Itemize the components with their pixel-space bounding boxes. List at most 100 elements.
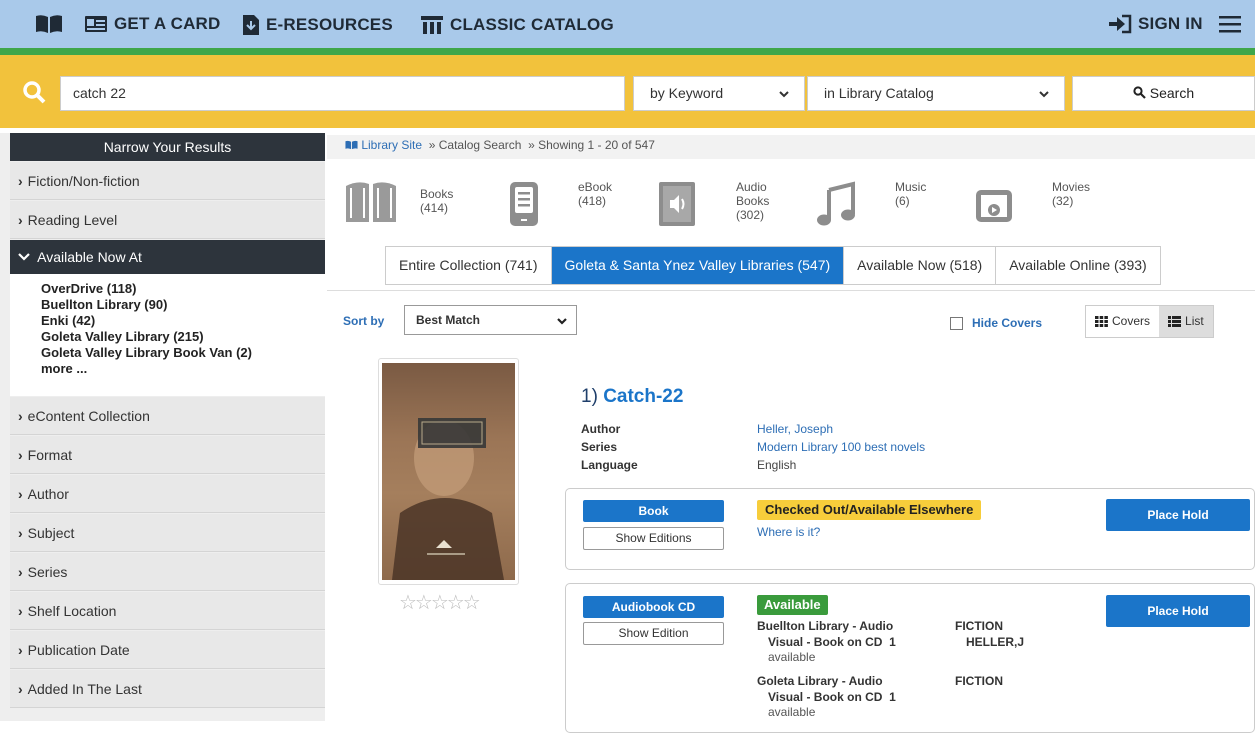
author-link[interactable]: Heller, Joseph: [757, 420, 833, 438]
tab-entire-collection[interactable]: Entire Collection (741): [386, 247, 552, 284]
facet-available-now-at[interactable]: Available Now At: [10, 240, 325, 274]
format-filter-ebook[interactable]: eBook (418): [506, 180, 612, 228]
facet-label: Added In The Last: [27, 681, 142, 697]
sort-select[interactable]: Best Match: [404, 305, 577, 335]
format-name-line2: Books: [736, 194, 770, 208]
format-filter-books[interactable]: Books (414): [344, 180, 453, 226]
result-title-link[interactable]: Catch-22: [603, 386, 683, 407]
facet-more-link[interactable]: more ...: [41, 361, 325, 377]
chevron-down-icon: [18, 253, 30, 261]
hide-covers-label: Hide Covers: [972, 316, 1043, 330]
sign-in-label: SIGN IN: [1138, 14, 1203, 33]
tab-goleta-santa-ynez[interactable]: Goleta & Santa Ynez Valley Libraries (54…: [551, 247, 845, 284]
breadcrumb: Library Site » Catalog Search » Showing …: [327, 135, 1255, 159]
status-badge: Checked Out/Available Elsewhere: [757, 500, 982, 520]
facet-option-enki[interactable]: Enki (42): [41, 313, 325, 329]
chevron-down-icon: [779, 91, 789, 98]
e-resources-link[interactable]: E-RESOURCES: [242, 14, 393, 36]
copy-call-number-2: FICTION: [955, 674, 1003, 690]
format-count: (418): [578, 194, 607, 208]
facet-label: Shelf Location: [27, 603, 117, 619]
magnifier-icon: [1133, 86, 1146, 99]
facet-label: Available Now At: [37, 249, 142, 265]
tab-available-now[interactable]: Available Now (518): [844, 247, 997, 284]
facet-option-overdrive[interactable]: OverDrive (118): [41, 281, 325, 297]
format-filter-audiobooks[interactable]: Audio Books (302): [655, 180, 769, 228]
search-type-select[interactable]: by Keyword: [633, 76, 805, 111]
hamburger-icon: [1219, 16, 1241, 33]
facet-option-book-van[interactable]: Goleta Valley Library Book Van (2): [41, 345, 325, 361]
list-view-button[interactable]: List: [1159, 306, 1213, 337]
chevron-right-icon: ›: [18, 564, 23, 580]
place-hold-button[interactable]: Place Hold: [1106, 499, 1250, 531]
copy-location-2: Goleta Library - Audio Visual - Book on …: [757, 674, 947, 721]
facet-label: eContent Collection: [27, 408, 150, 424]
format-filter-movies[interactable]: Movies (32): [972, 180, 1090, 228]
series-link[interactable]: Modern Library 100 best novels: [757, 438, 925, 456]
search-scope-select[interactable]: in Library Catalog: [807, 76, 1065, 111]
format-filter-music[interactable]: Music (6): [815, 180, 926, 228]
library-logo-button[interactable]: [35, 14, 69, 34]
facet-econtent-collection[interactable]: › eContent Collection: [10, 397, 325, 435]
main-menu-button[interactable]: [1219, 15, 1247, 33]
format-name: Audio: [736, 180, 767, 194]
book-cover-image[interactable]: [382, 363, 515, 580]
sort-by-label: Sort by: [343, 314, 385, 328]
copy-location-name: Buellton Library - Audio: [757, 619, 894, 633]
format-count: (302): [736, 208, 765, 222]
chevron-right-icon: ›: [18, 212, 23, 228]
format-book-button[interactable]: Book: [583, 500, 724, 522]
facet-fiction-nonfiction[interactable]: › Fiction/Non-fiction: [10, 162, 325, 200]
chevron-right-icon: ›: [18, 642, 23, 658]
hide-covers-toggle[interactable]: Hide Covers: [950, 316, 1042, 330]
copy-location-type: Visual - Book on CD: [768, 634, 883, 649]
tab-available-online[interactable]: Available Online (393): [996, 247, 1160, 284]
place-hold-button[interactable]: Place Hold: [1106, 595, 1250, 627]
id-card-icon: [85, 16, 107, 32]
hide-covers-checkbox[interactable]: [950, 316, 963, 330]
call-number: FICTION: [955, 619, 1003, 633]
breadcrumb-catalog-search[interactable]: » Catalog Search: [429, 138, 522, 152]
show-editions-button[interactable]: Show Editions: [583, 527, 724, 550]
facet-option-buellton[interactable]: Buellton Library (90): [41, 297, 325, 313]
covers-view-button[interactable]: Covers: [1086, 306, 1160, 337]
breadcrumb-library-site[interactable]: Library Site: [361, 138, 422, 152]
format-count: (414): [420, 201, 449, 215]
facet-shelf-location[interactable]: › Shelf Location: [10, 592, 325, 630]
facet-label: Format: [27, 447, 73, 463]
get-a-card-link[interactable]: GET A CARD: [84, 14, 221, 34]
download-file-icon: [243, 15, 259, 35]
chevron-right-icon: ›: [18, 408, 23, 424]
result-number: 1): [581, 386, 598, 407]
search-input[interactable]: catch 22: [60, 76, 625, 111]
chevron-right-icon: ›: [18, 525, 23, 541]
copy-location-1: Buellton Library - Audio Visual - Book o…: [757, 619, 947, 666]
star-rating[interactable]: ☆☆☆☆☆: [399, 590, 481, 615]
search-button[interactable]: Search: [1072, 76, 1255, 111]
facet-option-goleta[interactable]: Goleta Valley Library (215): [41, 329, 325, 345]
collection-tabs: Entire Collection (741) Goleta & Santa Y…: [385, 246, 1161, 285]
format-audiobook-cd-button[interactable]: Audiobook CD: [583, 596, 724, 618]
divider: [327, 290, 1255, 291]
get-a-card-label: GET A CARD: [114, 14, 221, 33]
sign-in-link[interactable]: SIGN IN: [1108, 14, 1203, 34]
chevron-right-icon: ›: [18, 486, 23, 502]
facet-subject[interactable]: › Subject: [10, 514, 325, 552]
facet-reading-level[interactable]: › Reading Level: [10, 201, 325, 239]
status-badge: Available: [757, 595, 828, 615]
open-book-icon: [345, 140, 358, 150]
classic-catalog-link[interactable]: CLASSIC CATALOG: [420, 14, 614, 36]
available-now-list: OverDrive (118) Buellton Library (90) En…: [10, 274, 325, 396]
format-count: (6): [895, 194, 910, 208]
series-label: Series: [581, 440, 618, 454]
facet-label: Author: [27, 486, 69, 502]
facet-author[interactable]: › Author: [10, 475, 325, 513]
facet-added-in-the-last[interactable]: › Added In The Last: [10, 670, 325, 708]
facet-format[interactable]: › Format: [10, 436, 325, 474]
where-is-it-link[interactable]: Where is it?: [757, 525, 820, 539]
facet-publication-date[interactable]: › Publication Date: [10, 631, 325, 669]
show-edition-button[interactable]: Show Edition: [583, 622, 724, 645]
search-scope-value: in Library Catalog: [824, 85, 934, 101]
chevron-right-icon: ›: [18, 603, 23, 619]
facet-series[interactable]: › Series: [10, 553, 325, 591]
